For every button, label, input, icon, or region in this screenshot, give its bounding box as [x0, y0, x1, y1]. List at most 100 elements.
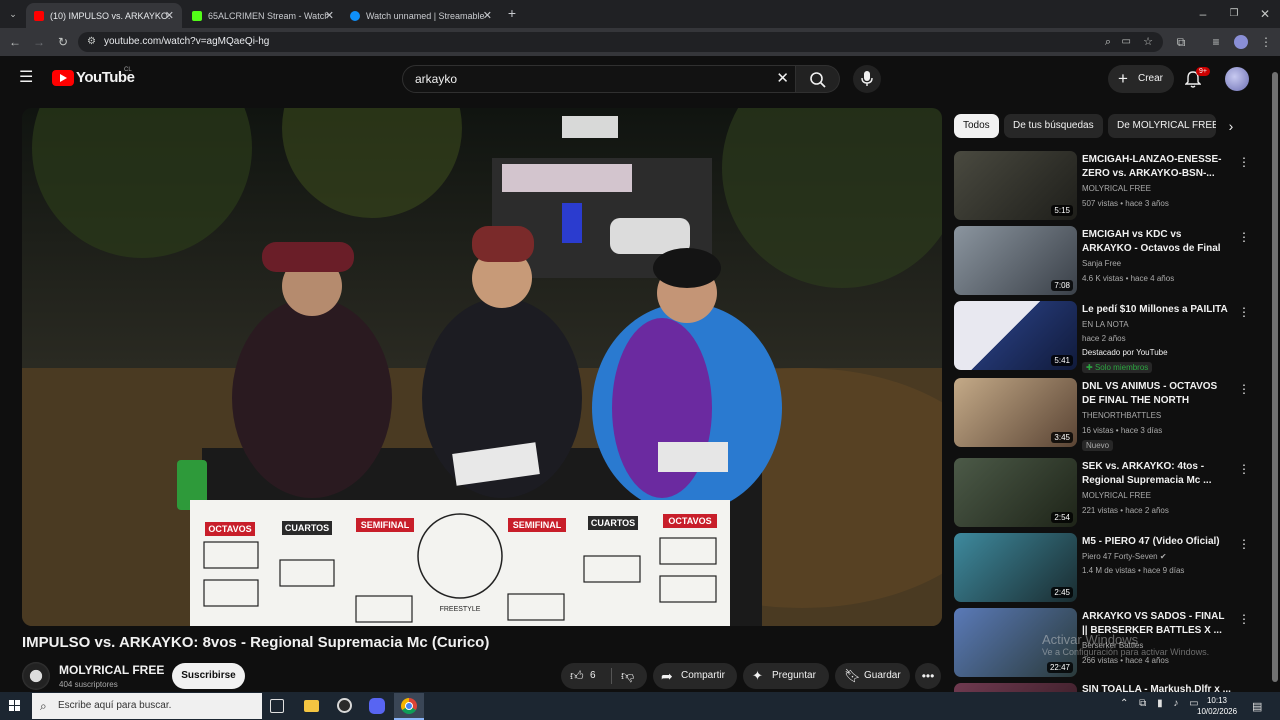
tab-close-icon[interactable]: ✕	[483, 9, 492, 22]
recommendation-item[interactable]: 3:45 DNL VS ANIMUS - OCTAVOS DE FINAL TH…	[954, 378, 1264, 451]
notification-center-icon[interactable]: ▤	[1252, 700, 1262, 713]
chrome-taskbar-item[interactable]	[394, 693, 424, 720]
clock[interactable]: 10:13 10/02/2026	[1197, 695, 1237, 717]
more-actions-icon[interactable]: ⋮	[1238, 462, 1250, 476]
windows-start-icon[interactable]	[9, 700, 21, 712]
chip-de-molyrical-free[interactable]: De MOLYRICAL FREE	[1108, 114, 1216, 138]
more-actions-button[interactable]: •••	[915, 663, 941, 689]
more-actions-icon[interactable]: ⋮	[1238, 612, 1250, 626]
create-button[interactable]: + Crear	[1108, 65, 1174, 93]
media-controls-icon[interactable]: ≡	[1209, 35, 1223, 49]
search-icon	[810, 72, 826, 88]
account-avatar[interactable]	[1225, 67, 1249, 91]
profile-avatar[interactable]	[1234, 35, 1248, 49]
tab-kick[interactable]: 65ALCRIMEN Stream - Watch Live on Kick ✕	[184, 3, 342, 28]
video-title[interactable]: DNL VS ANIMUS - OCTAVOS DE FINAL THE NOR…	[1082, 380, 1232, 408]
dislike-button[interactable]: 👎︎	[612, 663, 647, 689]
window-close-icon[interactable]: ✕	[1258, 7, 1272, 21]
new-tab-icon[interactable]: +	[505, 6, 519, 20]
system-tray-icons[interactable]: ⌃ ⧉ ▮ ♪ ▭	[1120, 698, 1203, 709]
video-title[interactable]: SIN TOALLA - Markush,Dlfr x ...	[1082, 683, 1232, 692]
recommendation-item[interactable]: 2:45 M5 - PIERO 47 (Video Oficial) Piero…	[954, 533, 1264, 603]
app-icon[interactable]	[337, 698, 352, 713]
back-icon[interactable]: ←	[8, 35, 22, 49]
video-thumbnail[interactable]: 2:54	[954, 458, 1077, 527]
taskbar-search-input[interactable]: ⌕ Escribe aquí para buscar.	[32, 693, 262, 719]
cast-icon[interactable]: ▭	[1122, 32, 1131, 52]
tab-youtube[interactable]: (10) IMPULSO vs. ARKAYKO: 8vos - Regiona…	[26, 3, 182, 28]
more-actions-icon[interactable]: ⋮	[1238, 537, 1250, 551]
recommendation-item[interactable]: 5:41 Le pedí $10 Millones a PAILITA EN L…	[954, 301, 1264, 373]
extensions-icon[interactable]: ⧉	[1174, 35, 1188, 49]
video-thumbnail[interactable]: 2:45	[954, 533, 1077, 602]
video-title[interactable]: M5 - PIERO 47 (Video Oficial)	[1082, 535, 1232, 549]
search-button[interactable]	[796, 65, 840, 93]
zoom-icon[interactable]: ⌕	[1105, 32, 1111, 52]
bookmark-star-icon[interactable]: ☆	[1143, 32, 1153, 52]
chip-de-tus-busquedas[interactable]: De tus búsquedas	[1004, 114, 1103, 138]
save-button[interactable]: 🔖︎ Guardar	[835, 663, 910, 689]
clear-search-icon[interactable]: ✕	[776, 66, 789, 92]
minimize-icon[interactable]: –	[1196, 7, 1210, 21]
like-button[interactable]: 👍︎ 6	[561, 663, 611, 689]
more-actions-icon[interactable]: ⋮	[1238, 305, 1250, 319]
site-info-icon[interactable]: ⚙	[87, 32, 96, 52]
tab-search-icon[interactable]: ⌄	[6, 7, 20, 21]
more-horizontal-icon: •••	[921, 669, 935, 683]
bracket-center-label: FREESTYLE	[440, 606, 481, 613]
video-thumbnail[interactable]	[954, 683, 1077, 692]
recommendation-item[interactable]: 2:54 SEK vs. ARKAYKO: 4tos - Regional Su…	[954, 458, 1264, 528]
share-label: Compartir	[681, 670, 725, 681]
video-thumbnail[interactable]: 5:41	[954, 301, 1077, 370]
search-input[interactable]: arkayko ✕	[402, 65, 796, 93]
video-thumbnail[interactable]: 5:15	[954, 151, 1077, 220]
tab-streamable[interactable]: Watch unnamed | Streamable ✕	[342, 3, 500, 28]
voice-search-button[interactable]	[853, 65, 881, 93]
discord-icon[interactable]	[369, 698, 385, 714]
video-channel[interactable]: MOLYRICAL FREE	[1082, 491, 1151, 500]
windows-activation-watermark: Activar Windows Ve a Configuración para …	[1042, 632, 1209, 657]
video-player[interactable]: OCTAVOS CUARTOS SEMIFINAL SEMIFINAL CUAR…	[22, 108, 942, 626]
video-duration: 2:54	[1051, 512, 1073, 523]
tab-close-icon[interactable]: ✕	[165, 9, 174, 22]
channel-name[interactable]: MOLYRICAL FREE	[59, 663, 164, 677]
channel-avatar[interactable]	[22, 662, 50, 690]
recommendation-item[interactable]: 5:15 EMCIGAH-LANZAO-ENESSE-ZERO vs. ARKA…	[954, 151, 1264, 221]
chips-next-icon[interactable]: ›	[1224, 119, 1238, 133]
recommendation-item[interactable]: 7:08 EMCIGAH vs KDC vs ARKAYKO - Octavos…	[954, 226, 1264, 296]
video-channel[interactable]: EN LA NOTA	[1082, 320, 1129, 329]
video-title[interactable]: EMCIGAH vs KDC vs ARKAYKO - Octavos de F…	[1082, 228, 1232, 256]
video-thumbnail[interactable]: 3:45	[954, 378, 1077, 447]
browser-menu-icon[interactable]: ⋮	[1259, 35, 1273, 49]
address-bar[interactable]: ⚙ youtube.com/watch?v=agMQaeQi-hg ⌕ ▭ ☆	[78, 32, 1163, 52]
video-channel[interactable]: THENORTHBATTLES	[1082, 411, 1161, 420]
video-thumbnail[interactable]: 7:08	[954, 226, 1077, 295]
video-title[interactable]: Le pedí $10 Millones a PAILITA	[1082, 303, 1232, 317]
more-actions-icon[interactable]: ⋮	[1238, 155, 1250, 169]
restore-icon[interactable]: ❐	[1227, 7, 1241, 21]
video-channel[interactable]: MOLYRICAL FREE	[1082, 184, 1151, 193]
more-actions-icon[interactable]: ⋮	[1238, 382, 1250, 396]
task-view-icon[interactable]	[270, 699, 284, 713]
file-explorer-icon[interactable]	[304, 700, 319, 712]
page-scrollbar[interactable]	[1272, 72, 1278, 682]
upload-age: hace 3 días	[1120, 426, 1163, 435]
subscribe-button[interactable]: Suscribirse	[172, 663, 245, 689]
tab-close-icon[interactable]: ✕	[325, 9, 334, 22]
notifications-button[interactable]: 9+	[1183, 67, 1210, 91]
chip-todos[interactable]: Todos	[954, 114, 999, 138]
more-actions-icon[interactable]: ⋮	[1238, 230, 1250, 244]
share-button[interactable]: ➦ Compartir	[653, 663, 737, 689]
video-channel[interactable]: Sanja Free	[1082, 259, 1121, 268]
recommendation-item[interactable]: SIN TOALLA - Markush,Dlfr x ...	[954, 683, 1264, 692]
video-title[interactable]: EMCIGAH-LANZAO-ENESSE-ZERO vs. ARKAYKO-B…	[1082, 153, 1232, 181]
reload-icon[interactable]: ↻	[56, 35, 70, 49]
hamburger-menu-icon[interactable]: ☰	[19, 70, 33, 86]
forward-icon[interactable]: →	[32, 35, 46, 49]
video-title[interactable]: SEK vs. ARKAYKO: 4tos - Regional Suprema…	[1082, 460, 1232, 488]
tab-title: 65ALCRIMEN Stream - Watch Live on Kick	[208, 10, 328, 21]
youtube-play-icon	[52, 70, 74, 86]
video-channel[interactable]: Piero 47 Forty-Seven ✔	[1082, 552, 1167, 561]
view-count: 4.6 K vistas	[1082, 274, 1124, 283]
ask-button[interactable]: ✦ Preguntar	[743, 663, 829, 689]
